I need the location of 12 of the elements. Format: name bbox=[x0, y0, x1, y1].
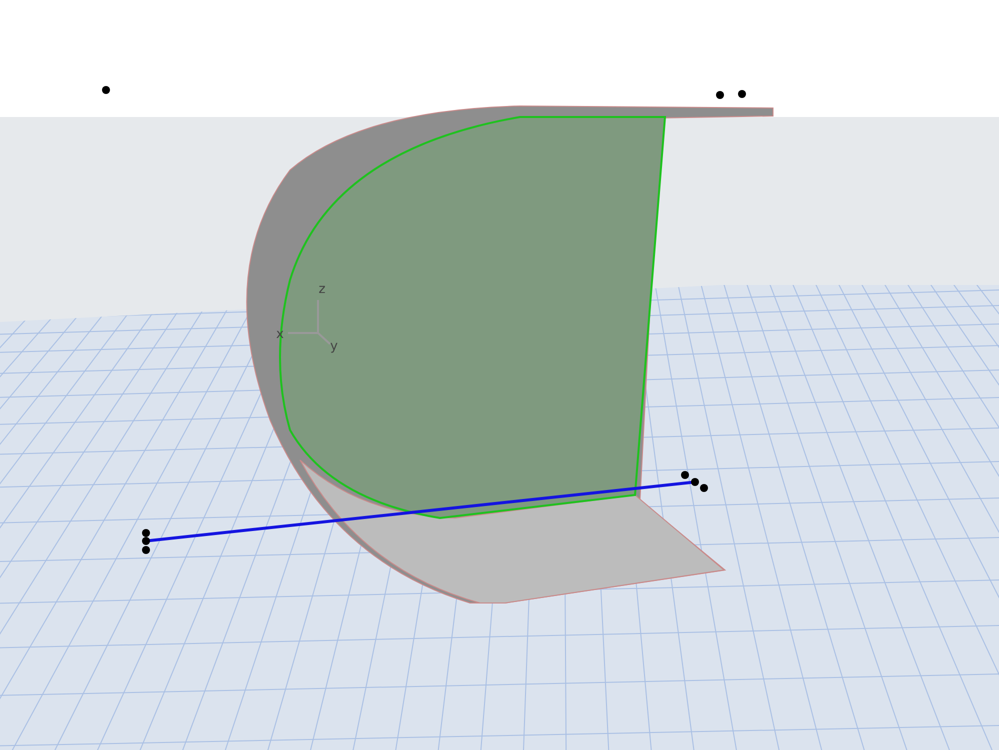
handle-point[interactable] bbox=[142, 529, 150, 537]
axis-gizmo-icon bbox=[287, 299, 331, 345]
axis-label: z bbox=[318, 282, 326, 297]
handle-point[interactable] bbox=[142, 537, 150, 545]
handle-point[interactable] bbox=[716, 91, 724, 99]
handle-point[interactable] bbox=[102, 86, 110, 94]
axis-label: y bbox=[330, 339, 338, 354]
handle-point[interactable] bbox=[691, 478, 699, 486]
handle-point[interactable] bbox=[738, 90, 746, 98]
handle-point[interactable] bbox=[700, 484, 708, 492]
handle-point[interactable] bbox=[681, 471, 689, 479]
handle-point[interactable] bbox=[142, 546, 150, 554]
